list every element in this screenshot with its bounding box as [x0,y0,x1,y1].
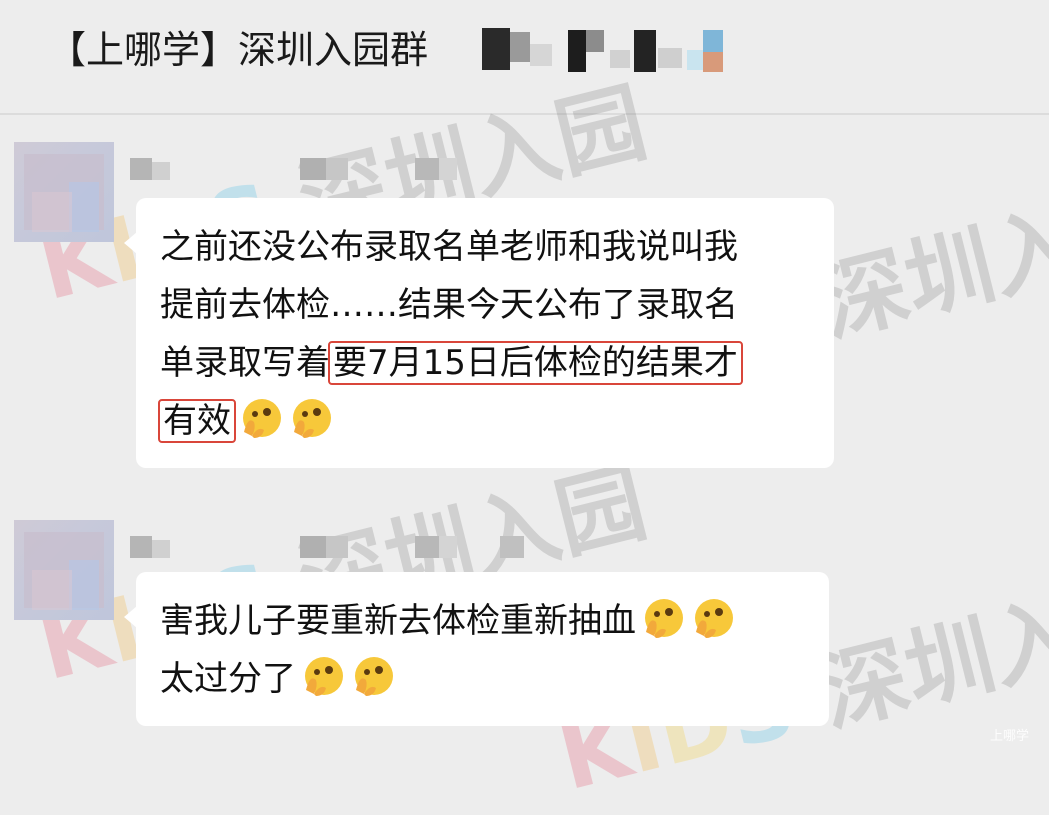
avatar[interactable] [14,520,114,620]
peeking-face-emoji [350,654,396,700]
chat-title[interactable]: 【上哪学】深圳入园群 [48,22,428,78]
message-text-line: 之前还没公布录取名单老师和我说叫我 [160,227,738,267]
peeking-face-emoji [238,396,284,442]
highlighted-text: 有效 [158,399,236,443]
message-text: 单录取写着 [160,343,330,383]
redacted-group-name [482,26,727,74]
message-text-line: 太过分了 [160,650,805,708]
message-text-line: 有效 [158,392,810,450]
message-text: 害我儿子要重新去体检重新抽血 [160,601,636,641]
chat-header: 【上哪学】深圳入园群 [0,0,1049,113]
header-divider [0,113,1049,115]
corner-watermark: 上哪学 [989,729,1029,744]
message-text-line: 提前去体检……结果今天公布了录取名 [160,285,738,325]
message-bubble[interactable]: 之前还没公布录取名单老师和我说叫我 提前去体检……结果今天公布了录取名 单录取写… [124,198,834,468]
message-text-line: 单录取写着要7月15日后体检的结果才 [160,334,810,392]
message-text: 太过分了 [160,659,296,699]
peeking-face-emoji [300,654,346,700]
highlighted-text: 要7月15日后体检的结果才 [328,341,743,385]
peeking-face-emoji [690,596,736,642]
peeking-face-emoji [640,596,686,642]
avatar[interactable] [14,142,114,242]
peeking-face-emoji [288,396,334,442]
message-bubble[interactable]: 害我儿子要重新去体检重新抽血 太过分了 [124,572,829,726]
message-text-line: 害我儿子要重新去体检重新抽血 [160,592,805,650]
